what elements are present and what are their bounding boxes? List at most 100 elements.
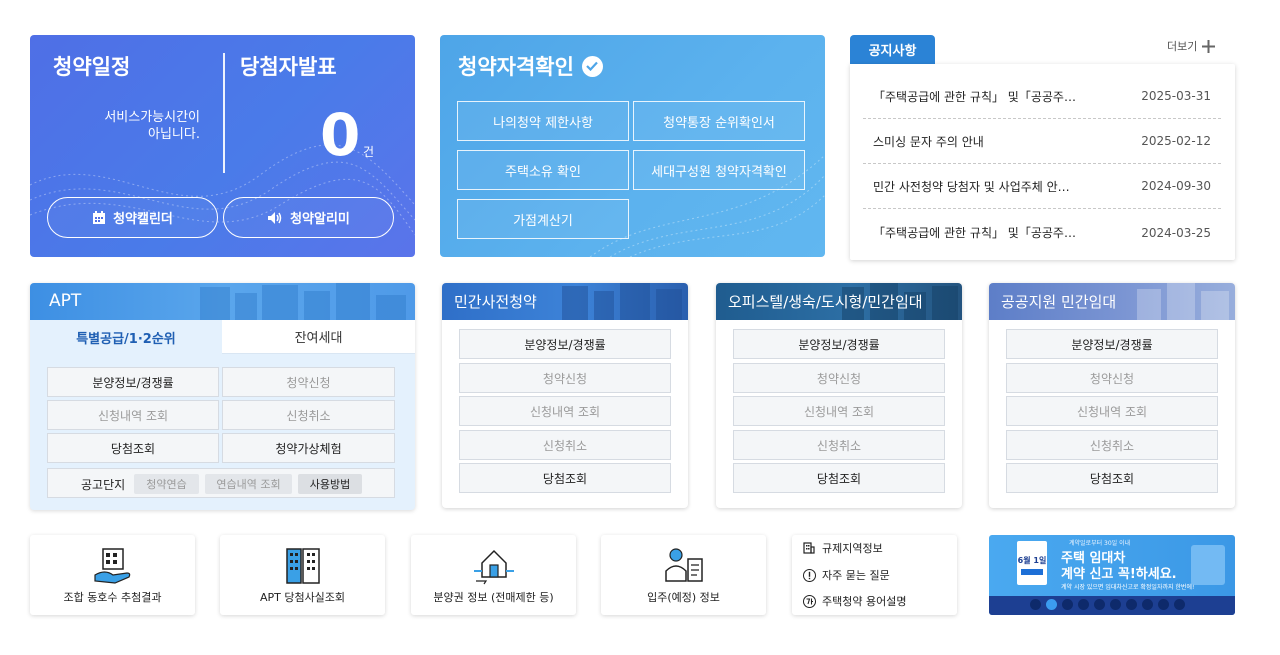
sub-card-title: 오피스텔/생숙/도시형/민간임대 <box>728 293 923 311</box>
notice-item[interactable]: 민간 사전청약 당첨자 및 사업주체 안… 2024-09-30 <box>863 164 1221 209</box>
sub-card-title: 공공지원 민간임대 <box>1001 293 1117 311</box>
schedule-title[interactable]: 청약일정 <box>53 51 130 81</box>
pager-dot[interactable] <box>1046 599 1057 610</box>
schedule-card: 청약일정 당첨자발표 서비스가능시간이 아닙니다. 0 건 청약캘린더 청약알리… <box>30 35 415 257</box>
apt-sale-info-button[interactable]: 분양정보/경쟁률 <box>47 367 219 397</box>
application-history-button[interactable]: 신청내역 조회 <box>1006 396 1218 426</box>
notice-date: 2024-09-30 <box>1141 179 1211 193</box>
pager-dot[interactable] <box>1126 599 1137 610</box>
badge-bar <box>1021 569 1043 575</box>
household-qualification-button[interactable]: 세대구성원 청약자격확인 <box>633 150 805 190</box>
cancel-application-button[interactable]: 신청취소 <box>733 430 945 460</box>
service-message-line2: 아닙니다. <box>148 127 200 142</box>
cancel-application-button[interactable]: 신청취소 <box>459 430 671 460</box>
main-page: 청약일정 당첨자발표 서비스가능시간이 아닙니다. 0 건 청약캘린더 청약알리… <box>0 0 1280 655</box>
quick-move-in-info[interactable]: 입주(예정) 정보 <box>601 535 766 615</box>
notice-item[interactable]: 스미싱 문자 주의 안내 2025-02-12 <box>863 119 1221 164</box>
notice-date: 2025-03-31 <box>1141 89 1211 103</box>
promo-banner[interactable]: 6월 1일 계약일로부터 30일 이내 주택 임대차 계약 신고 꼭!하세요. … <box>989 535 1235 615</box>
building-silhouette-decoration <box>1137 283 1229 320</box>
sale-info-button[interactable]: 분양정보/경쟁률 <box>459 329 671 359</box>
notice-item[interactable]: 「주택공급에 관한 규칙」 및「공공주… 2025-03-31 <box>863 74 1221 119</box>
quick-apt-winner-check[interactable]: APT 당첨사실조회 <box>220 535 385 615</box>
link-regulated-area[interactable]: 규제지역정보 <box>802 538 883 558</box>
alarm-button[interactable]: 청약알리미 <box>223 197 394 238</box>
pager-dot[interactable] <box>1174 599 1185 610</box>
cancel-application-button[interactable]: 신청취소 <box>1006 430 1218 460</box>
tab-remaining-units[interactable]: 잔여세대 <box>222 320 415 354</box>
divider <box>223 53 225 173</box>
link-label: 규제지역정보 <box>822 542 883 555</box>
score-calculator-button[interactable]: 가점계산기 <box>457 199 629 239</box>
glossary-icon <box>802 594 816 608</box>
pager-dot[interactable] <box>1142 599 1153 610</box>
notice-tab[interactable]: 공지사항 <box>850 35 935 64</box>
building-icon <box>802 541 816 555</box>
quick-union-lottery[interactable]: 조합 동호수 추첨결과 <box>30 535 195 615</box>
pager-dot[interactable] <box>1030 599 1041 610</box>
calendar-button-label: 청약캘린더 <box>113 212 173 227</box>
building-silhouette-decoration <box>562 283 682 320</box>
banner-small-text: 계약일로부터 30일 이내 <box>1069 540 1131 547</box>
tab-special-supply[interactable]: 특별공급/1·2순위 <box>30 320 222 354</box>
service-message-line1: 서비스가능시간이 <box>104 110 200 125</box>
winner-check-button[interactable]: 당첨조회 <box>1006 463 1218 493</box>
winner-check-button[interactable]: 당첨조회 <box>459 463 671 493</box>
pager-dot[interactable] <box>1078 599 1089 610</box>
winner-count-unit: 건 <box>363 145 375 159</box>
sub-card-header: 민간사전청약 <box>442 283 688 320</box>
winner-check-button[interactable]: 당첨조회 <box>733 463 945 493</box>
document-decoration <box>1191 545 1225 585</box>
notice-title: 「주택공급에 관한 규칙」 및「공공주… <box>873 226 1076 240</box>
application-history-button[interactable]: 신청내역 조회 <box>459 396 671 426</box>
banner-subtext: 계약 시장 있으면 임대차신고로 확정일자까지 한번에! <box>1061 584 1195 591</box>
application-history-button[interactable]: 신청내역 조회 <box>733 396 945 426</box>
apply-button[interactable]: 청약신청 <box>733 363 945 393</box>
practice-chip[interactable]: 청약연습 <box>134 474 199 494</box>
pager-dot[interactable] <box>1110 599 1121 610</box>
notice-date: 2024-03-25 <box>1141 225 1211 240</box>
practice-history-chip[interactable]: 연습내역 조회 <box>205 474 292 494</box>
apt-cancel-button[interactable]: 신청취소 <box>222 400 395 430</box>
apt-title: APT <box>49 291 82 311</box>
sub-card-title: 민간사전청약 <box>454 293 537 311</box>
link-label: 주택청약 용어설명 <box>822 595 907 608</box>
pager-dot[interactable] <box>1094 599 1105 610</box>
apply-button[interactable]: 청약신청 <box>459 363 671 393</box>
sale-info-button[interactable]: 분양정보/경쟁률 <box>733 329 945 359</box>
apt-virtual-experience-button[interactable]: 청약가상체험 <box>222 433 395 463</box>
calendar-button[interactable]: 청약캘린더 <box>47 197 218 238</box>
qualification-title: 청약자격확인 <box>458 51 603 81</box>
my-restrictions-button[interactable]: 나의청약 제한사항 <box>457 101 629 141</box>
usage-guide-chip[interactable]: 사용방법 <box>298 474 362 494</box>
sale-info-button[interactable]: 분양정보/경쟁률 <box>1006 329 1218 359</box>
quick-label: APT 당첨사실조회 <box>259 591 346 604</box>
link-faq[interactable]: 자주 묻는 질문 <box>802 565 890 585</box>
public-support-rental-card: 공공지원 민간임대 분양정보/경쟁률 청약신청 신청내역 조회 신청취소 당첨조… <box>989 283 1235 508</box>
notice-item[interactable]: 「주택공급에 관한 규칙」 및「공공주… 2024-03-25 <box>863 210 1221 255</box>
pager-dot[interactable] <box>1062 599 1073 610</box>
pager-dot[interactable] <box>1158 599 1169 610</box>
notice-list: 「주택공급에 관한 규칙」 및「공공주… 2025-03-31 스미싱 문자 주… <box>850 64 1235 260</box>
building-silhouette-decoration <box>200 283 406 320</box>
rank-certificate-button[interactable]: 청약통장 순위확인서 <box>633 101 805 141</box>
private-pre-subscription-card: 민간사전청약 분양정보/경쟁률 청약신청 신청내역 조회 신청취소 당첨조회 <box>442 283 688 508</box>
winner-count: 0 <box>320 101 361 169</box>
apt-apply-button[interactable]: 청약신청 <box>222 367 395 397</box>
apt-winner-check-button[interactable]: 당첨조회 <box>47 433 219 463</box>
link-label: 자주 묻는 질문 <box>822 569 890 582</box>
notice-more-link[interactable]: 더보기 <box>1167 38 1216 54</box>
apt-header: APT <box>30 283 415 320</box>
winner-title[interactable]: 당첨자발표 <box>240 51 337 81</box>
apply-button[interactable]: 청약신청 <box>1006 363 1218 393</box>
building-hand-icon <box>93 548 130 584</box>
calendar-icon <box>93 210 106 224</box>
qualification-card: 청약자격확인 나의청약 제한사항 청약통장 순위확인서 주택소유 확인 세대구성… <box>440 35 825 257</box>
notice-date: 2025-02-12 <box>1141 134 1211 148</box>
housing-ownership-button[interactable]: 주택소유 확인 <box>457 150 629 190</box>
exclamation-icon <box>802 568 816 582</box>
link-glossary[interactable]: 주택청약 용어설명 <box>802 591 906 611</box>
quick-presale-rights-info[interactable]: 분양권 정보 (전매제한 등) <box>411 535 576 615</box>
apt-application-history-button[interactable]: 신청내역 조회 <box>47 400 219 430</box>
quick-label: 분양권 정보 (전매제한 등) <box>433 591 554 604</box>
